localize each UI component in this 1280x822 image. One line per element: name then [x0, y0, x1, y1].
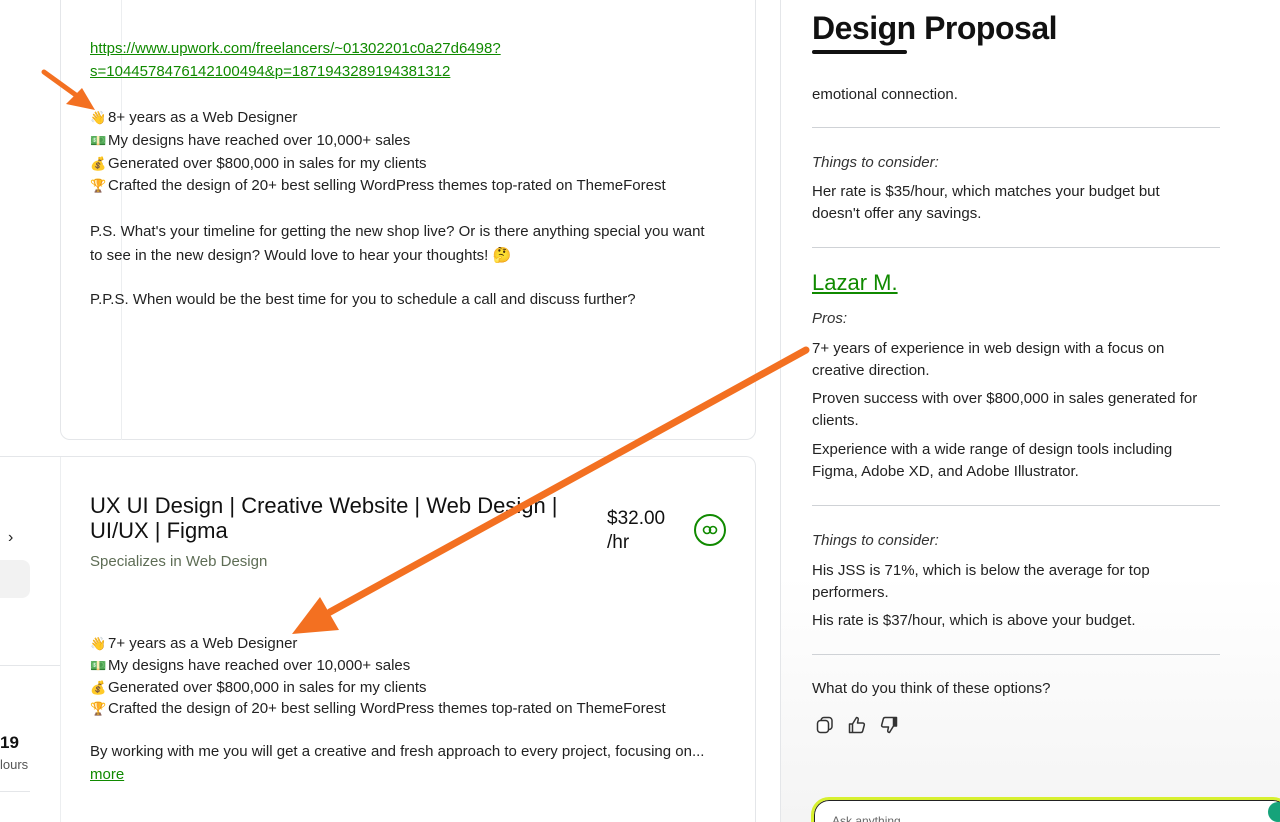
bullet-revenue: 💰 Generated over $800,000 in sales for my… — [90, 155, 427, 172]
consider-text: Her rate is $35/hour, which matches your… — [812, 183, 1160, 222]
section-divider — [812, 505, 1220, 506]
money-icon: 💵 — [90, 658, 107, 673]
divider — [0, 665, 60, 666]
copy-link-button[interactable] — [694, 514, 726, 546]
freelancer-list-panel: https://www.upwork.com/freelancers/~0130… — [0, 0, 780, 822]
consider-heading: Things to consider: — [812, 154, 939, 171]
profile-specialty: Specializes in Web Design — [90, 553, 268, 570]
bullet-sales: 💵 My designs have reached over 10,000+ sa… — [90, 657, 411, 674]
profile-link-line1[interactable]: https://www.upwork.com/freelancers/~0130… — [90, 40, 501, 57]
title-underline — [812, 50, 907, 54]
bullet-sales: 💵 My designs have reached over 10,000+ sa… — [90, 132, 411, 149]
copy-icon — [816, 716, 833, 734]
ask-placeholder: Ask anything — [832, 814, 901, 822]
strip-pill[interactable] — [0, 560, 30, 598]
thumbs-down-icon — [880, 716, 898, 734]
chevron-right-icon[interactable]: › — [8, 529, 13, 547]
thumbs-up-button[interactable] — [846, 714, 868, 736]
cut-off-text: emotional connection. — [812, 86, 958, 103]
message-actions — [814, 714, 900, 736]
bullet-experience: 👋 8+ years as a Web Designer — [90, 109, 298, 126]
profile-link-line2[interactable]: s=1044578476142100494&p=1871943289194381… — [90, 63, 450, 80]
section-divider — [812, 127, 1220, 128]
pro-item: Experience with a wide range of design t… — [812, 441, 1173, 480]
bullet-themes: 🏆 Crafted the design of 20+ best selling … — [90, 177, 666, 194]
wave-icon: 👋 — [90, 110, 107, 125]
pro-item: 7+ years of experience in web design wit… — [812, 340, 1165, 379]
profile-title[interactable]: UX UI Design | Creative Website | Web De… — [90, 493, 590, 543]
link-icon — [702, 525, 718, 535]
pro-item: Proven success with over $800,000 in sal… — [812, 390, 1198, 429]
wave-icon: 👋 — [90, 636, 107, 651]
ps-line2: to see in the new design? Would love to … — [90, 247, 512, 264]
money-bag-icon: 💰 — [90, 156, 107, 171]
divider — [0, 791, 30, 792]
hourly-rate: $32.00 /hr — [607, 508, 666, 553]
follow-up-question: What do you think of these options? — [812, 680, 1051, 697]
bullet-experience: 👋 7+ years as a Web Designer — [90, 635, 298, 652]
section-divider — [812, 247, 1220, 248]
pros-heading: Pros: — [812, 310, 848, 327]
more-link[interactable]: more — [90, 766, 124, 783]
con-item: His JSS is 71%, which is below the avera… — [812, 562, 1150, 601]
card-side-strip: › 19 lours — [0, 457, 61, 822]
assistant-panel: Design Proposal emotional connection. Th… — [781, 0, 1280, 822]
ask-input[interactable]: Ask anything — [811, 797, 1280, 822]
panel-title: Design Proposal — [812, 10, 1058, 46]
candidate-name-link[interactable]: Lazar M. — [812, 270, 898, 296]
ps-line1: P.S. What's your timeline for getting th… — [90, 223, 705, 240]
copy-button[interactable] — [814, 714, 836, 736]
money-icon: 💵 — [90, 133, 107, 148]
con-item: His rate is $37/hour, which is above you… — [812, 612, 1136, 629]
bullet-themes: 🏆 Crafted the design of 20+ best selling … — [90, 700, 666, 717]
section-divider — [812, 654, 1220, 655]
consider-heading: Things to consider: — [812, 532, 939, 549]
thumbs-up-icon — [848, 716, 866, 734]
money-bag-icon: 💰 — [90, 680, 107, 695]
thumbs-down-button[interactable] — [878, 714, 900, 736]
strip-number: 19 — [0, 733, 19, 752]
strip-label: lours — [0, 757, 29, 772]
pps-line: P.P.S. When would be the best time for y… — [90, 291, 636, 308]
profile-description: By working with me you will get a creati… — [90, 743, 705, 760]
bullet-revenue: 💰 Generated over $800,000 in sales for my… — [90, 679, 427, 696]
trophy-icon: 🏆 — [90, 701, 107, 716]
trophy-icon: 🏆 — [90, 178, 107, 193]
